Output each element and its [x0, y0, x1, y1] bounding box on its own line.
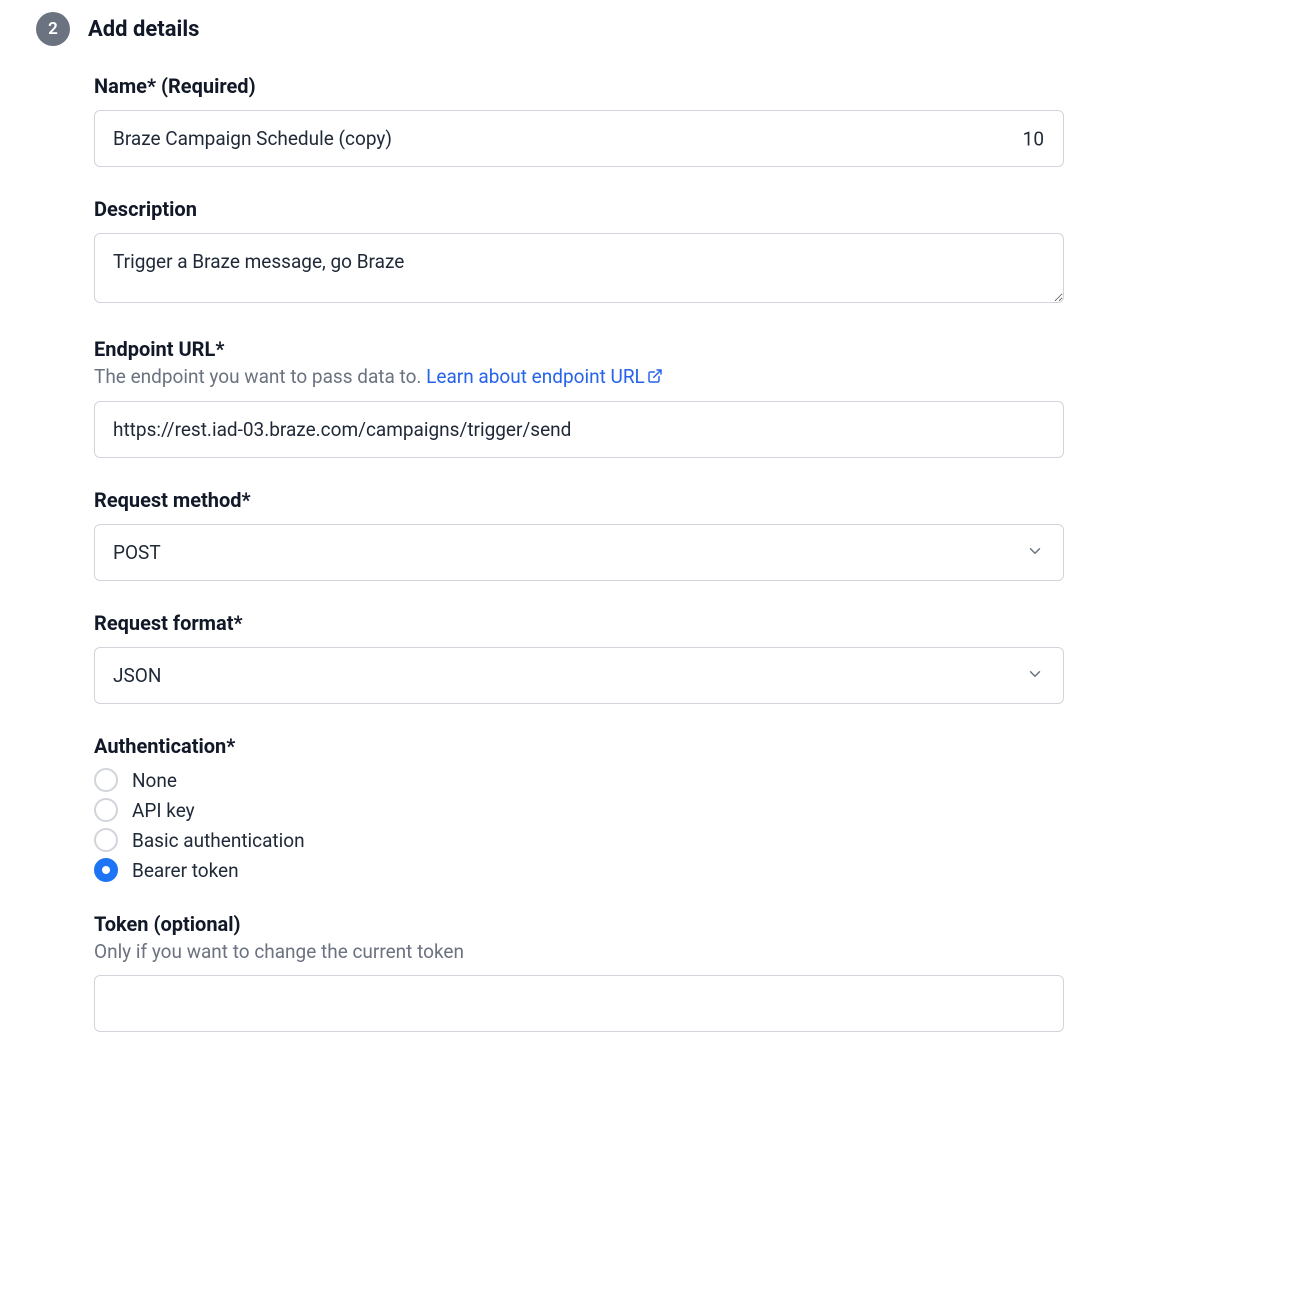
auth-option-api-key[interactable]: API key [94, 798, 1064, 822]
request-format-label: Request format* [94, 611, 1064, 635]
name-input[interactable] [94, 110, 1064, 167]
endpoint-field-block: Endpoint URL* The endpoint you want to p… [94, 337, 1064, 458]
endpoint-help-link[interactable]: Learn about endpoint URL [426, 365, 663, 388]
endpoint-help: The endpoint you want to pass data to. L… [94, 365, 1064, 389]
auth-option-bearer-token[interactable]: Bearer token [94, 858, 1064, 882]
description-field-block: Description Trigger a Braze message, go … [94, 197, 1064, 307]
token-input[interactable] [94, 975, 1064, 1032]
auth-option-none[interactable]: None [94, 768, 1064, 792]
request-method-label: Request method* [94, 488, 1064, 512]
radio-icon [94, 858, 118, 882]
radio-label: API key [132, 799, 195, 822]
token-help: Only if you want to change the current t… [94, 940, 1064, 963]
authentication-field-block: Authentication* None API key Basic authe… [94, 734, 1064, 882]
radio-label: Bearer token [132, 859, 239, 882]
authentication-label: Authentication* [94, 734, 1064, 758]
step-header: 2 Add details [36, 12, 1064, 46]
radio-icon [94, 798, 118, 822]
endpoint-label: Endpoint URL* [94, 337, 1064, 361]
radio-label: Basic authentication [132, 829, 305, 852]
radio-label: None [132, 769, 177, 792]
description-label: Description [94, 197, 1064, 221]
request-method-field-block: Request method* POST [94, 488, 1064, 581]
step-number-badge: 2 [36, 12, 70, 46]
token-field-block: Token (optional) Only if you want to cha… [94, 912, 1064, 1032]
name-char-counter: 10 [1023, 127, 1044, 150]
name-label: Name* (Required) [94, 74, 1064, 98]
request-format-select[interactable]: JSON [94, 647, 1064, 704]
authentication-radio-group: None API key Basic authentication Bearer… [94, 768, 1064, 882]
radio-icon [94, 768, 118, 792]
request-format-field-block: Request format* JSON [94, 611, 1064, 704]
description-input[interactable]: Trigger a Braze message, go Braze [94, 233, 1064, 303]
step-title: Add details [88, 17, 199, 42]
token-label: Token (optional) [94, 912, 1064, 936]
external-link-icon [647, 366, 663, 389]
endpoint-help-text: The endpoint you want to pass data to. [94, 365, 426, 388]
endpoint-input[interactable] [94, 401, 1064, 458]
radio-icon [94, 828, 118, 852]
auth-option-basic-auth[interactable]: Basic authentication [94, 828, 1064, 852]
request-method-select[interactable]: POST [94, 524, 1064, 581]
name-field-block: Name* (Required) 10 [94, 74, 1064, 167]
